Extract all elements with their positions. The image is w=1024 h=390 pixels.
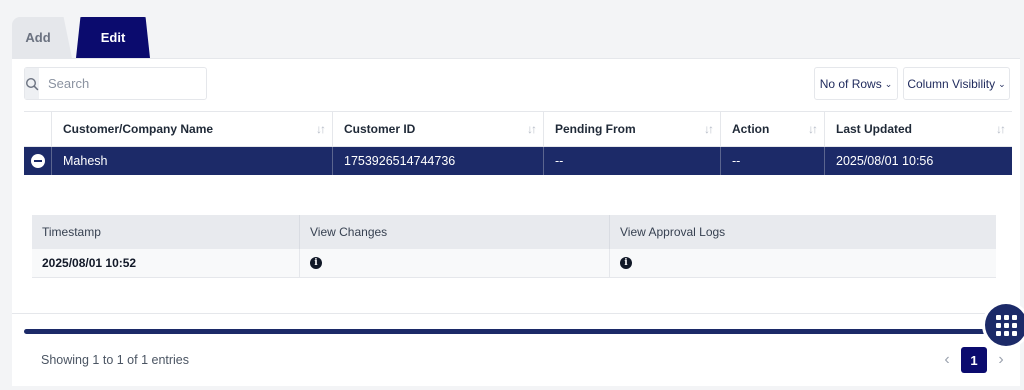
edit-panel: No of Rows ⌄ Column Visibility ⌄ Custome…	[12, 58, 1020, 386]
collapse-icon[interactable]	[30, 154, 45, 168]
page-button-current[interactable]: 1	[961, 347, 987, 373]
cell-pending-from: --	[543, 147, 720, 175]
grid-menu-icon	[995, 322, 1001, 328]
cell-customer-id: 1753926514744736	[332, 147, 543, 175]
column-header-label: Customer ID	[344, 122, 416, 136]
column-header-action[interactable]: Action ↓↑	[720, 112, 824, 146]
horizontal-scrollbar[interactable]	[24, 329, 1004, 334]
grid-menu-icon	[1011, 314, 1017, 320]
detail-cell-approval-logs: i	[609, 249, 996, 277]
column-header-customer-id[interactable]: Customer ID ↓↑	[332, 112, 543, 146]
column-header-pending-from[interactable]: Pending From ↓↑	[543, 112, 720, 146]
column-visibility-label: Column Visibility	[907, 76, 996, 91]
grid-menu-icon	[995, 314, 1001, 320]
column-header-last-updated[interactable]: Last Updated ↓↑	[824, 112, 1012, 146]
grid-menu-icon	[1011, 330, 1017, 336]
search-icon	[25, 77, 39, 90]
sort-icon[interactable]: ↓↑	[808, 122, 818, 136]
tab-bar: Add Edit	[0, 0, 1024, 58]
sort-icon[interactable]: ↓↑	[704, 122, 714, 136]
column-header-name[interactable]: Customer/Company Name ↓↑	[51, 112, 332, 146]
tab-edit[interactable]: Edit	[76, 17, 150, 58]
cell-name: Mahesh	[51, 147, 332, 175]
expand-cell[interactable]	[24, 147, 51, 175]
chevron-down-icon: ⌄	[884, 79, 893, 89]
column-header-label: Customer/Company Name	[63, 122, 214, 136]
sort-icon[interactable]: ↓↑	[316, 122, 326, 136]
table-row[interactable]: Mahesh 1753926514744736 -- -- 2025/08/01…	[24, 147, 1012, 175]
sort-icon[interactable]: ↓↑	[527, 122, 537, 136]
chevron-left-icon[interactable]: ‹	[938, 347, 956, 373]
cell-action: --	[720, 147, 824, 175]
sort-icon[interactable]: ↓↑	[996, 122, 1006, 136]
cell-last-updated: 2025/08/01 10:56	[824, 147, 1012, 175]
column-header-label: Pending From	[555, 122, 636, 136]
detail-cell-view-changes: i	[299, 249, 609, 277]
column-header-label: Last Updated	[836, 122, 913, 136]
grid-menu-icon	[1003, 314, 1009, 320]
rows-per-page-button[interactable]: No of Rows ⌄	[814, 67, 898, 100]
grid-menu-icon	[1003, 330, 1009, 336]
grid-menu-button[interactable]	[985, 304, 1024, 346]
detail-cell-timestamp: 2025/08/01 10:52	[42, 256, 137, 270]
table-header: Customer/Company Name ↓↑ Customer ID ↓↑ …	[24, 111, 1012, 147]
detail-table: Timestamp View Changes View Approval Log…	[32, 215, 996, 278]
search-box	[24, 67, 224, 100]
detail-row: 2025/08/01 10:52 i i	[32, 249, 996, 278]
grid-menu-icon	[1011, 322, 1017, 328]
info-icon[interactable]: i	[310, 257, 322, 269]
detail-header-approval-logs: View Approval Logs	[609, 215, 996, 249]
grid-menu-icon	[1003, 322, 1009, 328]
search-input[interactable]	[39, 68, 224, 99]
detail-header-timestamp: Timestamp	[42, 225, 101, 239]
expand-column-header	[24, 112, 51, 146]
customer-table: Customer/Company Name ↓↑ Customer ID ↓↑ …	[24, 111, 1012, 175]
chevron-right-icon[interactable]: ›	[992, 347, 1010, 373]
detail-header-view-changes: View Changes	[299, 215, 609, 249]
divider	[12, 313, 1020, 314]
tab-add[interactable]: Add	[12, 17, 72, 58]
column-visibility-button[interactable]: Column Visibility ⌄	[903, 67, 1010, 100]
rows-per-page-label: No of Rows	[819, 76, 882, 91]
info-icon[interactable]: i	[620, 257, 632, 269]
detail-table-header: Timestamp View Changes View Approval Log…	[32, 215, 996, 249]
table-info: Showing 1 to 1 of 1 entries	[41, 353, 190, 367]
column-header-label: Action	[732, 122, 770, 136]
chevron-down-icon: ⌄	[998, 79, 1006, 89]
search-button[interactable]	[25, 68, 39, 99]
grid-menu-icon	[995, 330, 1001, 336]
